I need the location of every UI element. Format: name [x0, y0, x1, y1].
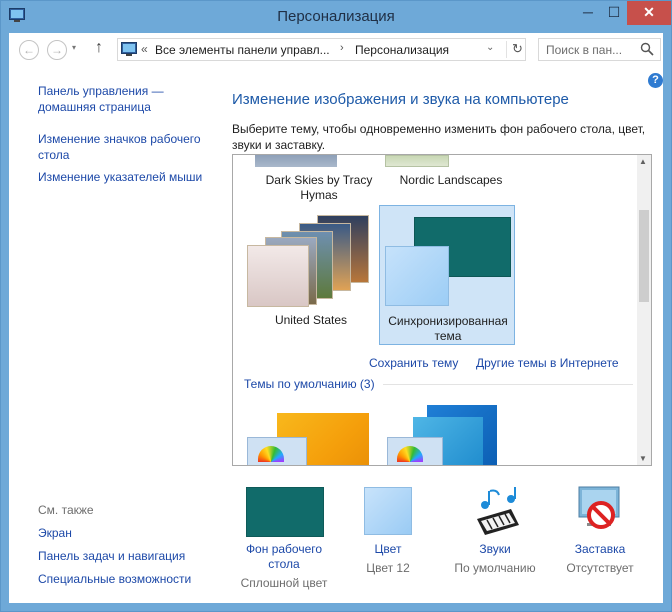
content-area: ? Панель управления — домашняя страница …	[9, 67, 663, 603]
theme-synchronized[interactable]: Синхронизированная тема	[379, 205, 515, 345]
theme-dark-skies[interactable]: Dark Skies by Tracy Hymas	[249, 173, 389, 203]
page-description: Выберите тему, чтобы одновременно измени…	[232, 122, 646, 152]
screensaver-value: Отсутствует	[566, 561, 634, 575]
window-title: Персонализация	[277, 8, 395, 25]
navigation-bar: ← → ▾ ↑ « Все элементы панели управл... …	[9, 33, 663, 67]
breadcrumb-all-control-panel-items[interactable]: Все элементы панели управл...	[155, 43, 330, 57]
sounds-icon[interactable]	[471, 485, 523, 537]
see-also-label: См. также	[38, 503, 94, 517]
desktop-background-label-line1[interactable]: Фон рабочего	[234, 542, 334, 557]
window-frame-left	[1, 33, 9, 611]
control-panel-icon	[121, 42, 137, 56]
breadcrumb-overflow[interactable]: «	[141, 42, 148, 56]
minimize-button[interactable]: ─	[575, 1, 601, 25]
dark-skies-thumbnail[interactable]	[255, 155, 337, 167]
more-themes-online-link[interactable]: Другие темы в Интернете	[476, 356, 619, 370]
theme-dark-skies-label-line2[interactable]: Hymas	[249, 188, 389, 203]
theme-synchronized-label-line2: тема	[434, 329, 462, 343]
personalization-window: Персонализация ─ ☐ ✕ ← → ▾ ↑ « Все элеме…	[0, 0, 672, 612]
group-divider	[383, 384, 633, 385]
window-frame-bottom	[1, 603, 671, 611]
close-button[interactable]: ✕	[627, 1, 671, 25]
theme-list[interactable]: Dark Skies by Tracy Hymas Nordic Landsca…	[232, 154, 652, 466]
default-themes-group-header[interactable]: Темы по умолчанию (3)	[244, 377, 375, 391]
theme-dark-skies-label-line1[interactable]: Dark Skies by Tracy	[249, 173, 389, 188]
change-desktop-icons-link[interactable]: Изменение значков рабочего стола	[38, 131, 201, 163]
maximize-button[interactable]: ☐	[601, 1, 627, 25]
change-desktop-icons-line1[interactable]: Изменение значков рабочего	[38, 131, 201, 147]
breadcrumb-separator[interactable]: ›	[340, 42, 344, 54]
breadcrumb-personalization[interactable]: Персонализация	[355, 43, 449, 57]
scroll-thumb[interactable]	[639, 210, 649, 302]
change-mouse-pointers-link[interactable]: Изменение указателей мыши	[38, 169, 202, 185]
change-desktop-icons-line2[interactable]: стола	[38, 147, 201, 163]
synchronized-theme-color-swatch	[385, 246, 449, 306]
address-bar[interactable]: « Все элементы панели управл... › Персон…	[117, 38, 526, 61]
color-link[interactable]: Цвет	[338, 542, 438, 557]
theme-list-scrollbar[interactable]: ▲ ▼	[637, 155, 651, 465]
control-panel-home-link[interactable]: Панель управления — домашняя страница	[38, 83, 164, 115]
window-frame-right	[663, 33, 671, 611]
forward-button[interactable]: →	[47, 40, 67, 60]
sounds-value: По умолчанию	[454, 561, 536, 575]
title-bar[interactable]: Персонализация ─ ☐ ✕	[1, 1, 671, 33]
solid-color-wallpaper-icon[interactable]	[246, 487, 324, 537]
color-value: Цвет 12	[366, 561, 410, 575]
display-link[interactable]: Экран	[38, 525, 72, 541]
back-button[interactable]: ←	[19, 40, 39, 60]
search-icon[interactable]	[640, 42, 654, 56]
save-theme-link[interactable]: Сохранить тему	[369, 356, 458, 370]
screensaver-link[interactable]: Заставка	[550, 542, 650, 557]
taskbar-navigation-link[interactable]: Панель задач и навигация	[38, 548, 185, 564]
scroll-up-arrow-icon[interactable]: ▲	[639, 157, 647, 166]
address-dropdown-icon[interactable]: ⌄	[486, 42, 494, 53]
theme-synchronized-label-line1: Синхронизированная	[388, 314, 508, 328]
page-title: Изменение изображения и звука на компьют…	[232, 91, 569, 108]
control-panel-home-line2[interactable]: домашняя страница	[38, 99, 164, 115]
recent-locations-icon[interactable]: ▾	[72, 43, 76, 52]
up-button[interactable]: ↑	[95, 39, 103, 57]
desktop-background-value: Сплошной цвет	[240, 576, 328, 590]
desktop-background-label-line2[interactable]: стола	[234, 557, 334, 572]
control-panel-home-line1[interactable]: Панель управления —	[38, 83, 164, 99]
help-icon[interactable]: ?	[648, 73, 663, 88]
refresh-icon[interactable]: ↻	[506, 41, 523, 58]
desktop-background-link[interactable]: Фон рабочего стола	[234, 542, 334, 572]
search-placeholder: Поиск в пан...	[546, 43, 623, 57]
scroll-down-arrow-icon[interactable]: ▼	[639, 454, 647, 463]
theme-united-states[interactable]: United States	[241, 313, 381, 328]
united-states-thumbnail[interactable]	[247, 215, 369, 307]
ease-of-access-link[interactable]: Специальные возможности	[38, 571, 191, 587]
search-input[interactable]: Поиск в пан...	[538, 38, 661, 61]
sounds-link[interactable]: Звуки	[445, 542, 545, 557]
window-color-icon[interactable]	[364, 487, 412, 535]
nordic-landscapes-thumbnail[interactable]	[385, 155, 449, 167]
theme-nordic-landscapes[interactable]: Nordic Landscapes	[381, 173, 521, 188]
screensaver-icon[interactable]	[573, 485, 625, 537]
